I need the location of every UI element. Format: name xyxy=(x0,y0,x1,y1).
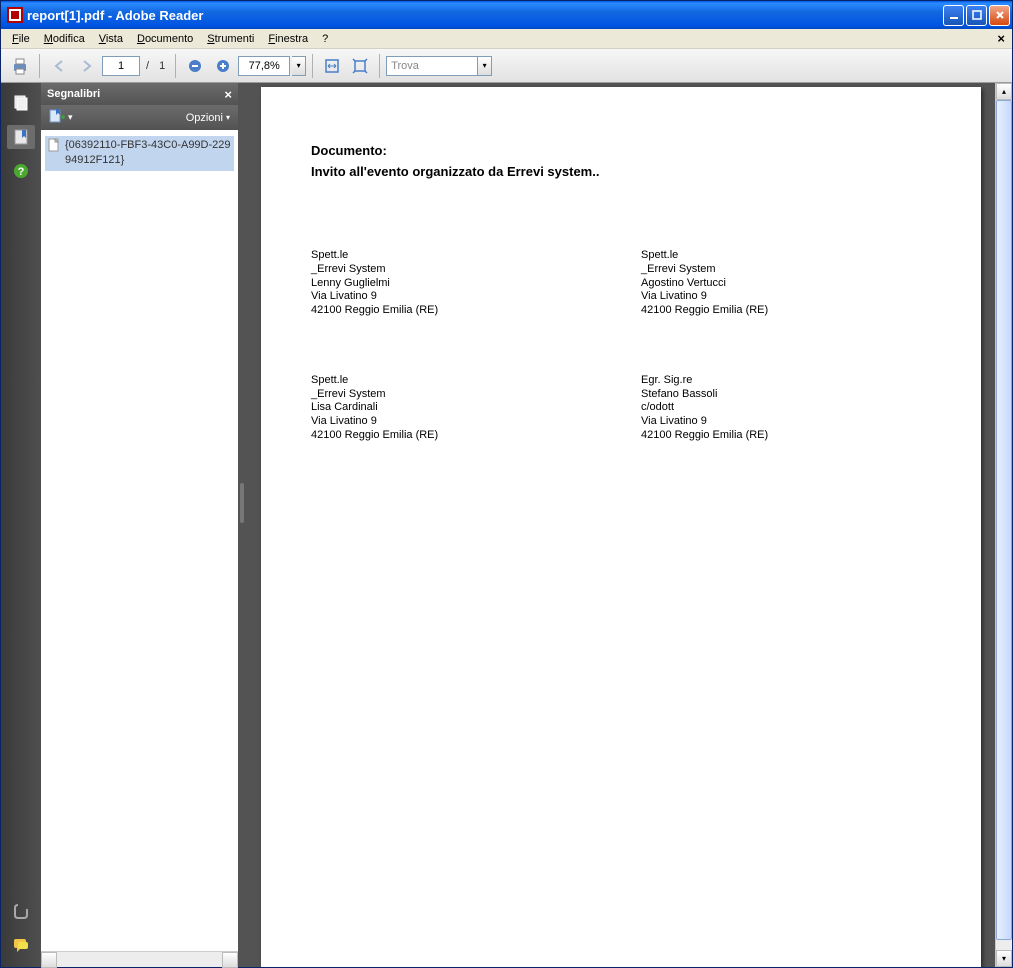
scroll-up-button[interactable]: ▴ xyxy=(996,83,1012,100)
toolbar: / 1 ▾ ▾ xyxy=(1,49,1012,83)
svg-text:?: ? xyxy=(18,166,25,178)
bookmark-dd-icon[interactable]: ▾ xyxy=(68,112,73,123)
help-tab[interactable]: ? xyxy=(7,159,35,183)
scroll-down-button[interactable]: ▾ xyxy=(996,950,1012,967)
bookmarks-title: Segnalibri xyxy=(47,88,100,100)
menu-strumenti[interactable]: Strumenti xyxy=(200,31,261,47)
bookmark-label: {06392110-FBF3-43C0-A99D-22994912F121} xyxy=(65,138,232,169)
bookmarks-options[interactable]: Opzioni ▾ xyxy=(186,112,230,124)
menu-vista[interactable]: Vista xyxy=(92,31,130,47)
bookmarks-close-icon[interactable]: × xyxy=(224,87,232,102)
pdf-page: Documento: Invito all'evento organizzato… xyxy=(261,87,981,967)
app-window: report[1].pdf - Adobe Reader File Modifi… xyxy=(0,0,1013,968)
window-title: report[1].pdf - Adobe Reader xyxy=(27,8,943,23)
bookmarks-tab[interactable] xyxy=(7,125,35,149)
close-button[interactable] xyxy=(989,5,1010,26)
menu-file[interactable]: File xyxy=(5,31,37,47)
bookmark-item[interactable]: {06392110-FBF3-43C0-A99D-22994912F121} xyxy=(45,136,234,171)
menu-documento[interactable]: Documento xyxy=(130,31,200,47)
scroll-thumb[interactable] xyxy=(996,100,1012,940)
zoom-input[interactable] xyxy=(238,56,290,76)
next-page-button xyxy=(74,53,100,79)
panel-resize-handle[interactable] xyxy=(240,483,244,523)
vertical-scrollbar[interactable]: ▴ ▾ xyxy=(995,83,1012,967)
fit-page-button[interactable] xyxy=(347,53,373,79)
bookmarks-panel: Segnalibri × ▾ Opzioni ▾ {06392110-FBF3-… xyxy=(41,83,241,967)
bookmarks-tree[interactable]: {06392110-FBF3-43C0-A99D-22994912F121} xyxy=(41,130,238,951)
titlebar[interactable]: report[1].pdf - Adobe Reader xyxy=(1,1,1012,29)
page-total: 1 xyxy=(159,60,165,72)
address-grid: Spett.le _Errevi System Lenny Guglielmi … xyxy=(311,249,931,443)
zoom-in-button[interactable] xyxy=(210,53,236,79)
nav-pane-tabs: ? xyxy=(1,83,41,967)
bookmarks-toolbar: ▾ Opzioni ▾ xyxy=(41,105,238,130)
page-number-input[interactable] xyxy=(102,56,140,76)
address-block: Spett.le _Errevi System Lenny Guglielmi … xyxy=(311,249,601,318)
page-separator: / xyxy=(146,60,149,72)
address-block: Egr. Sig.re Stefano Bassoli c/odott Via … xyxy=(641,374,931,443)
zoom-dropdown[interactable]: ▾ xyxy=(292,56,306,76)
document-viewport[interactable]: Documento: Invito all'evento organizzato… xyxy=(241,83,995,967)
new-bookmark-icon[interactable] xyxy=(49,108,67,127)
fit-width-button[interactable] xyxy=(319,53,345,79)
pages-tab[interactable] xyxy=(7,91,35,115)
maximize-button[interactable] xyxy=(966,5,987,26)
scroll-track[interactable] xyxy=(996,100,1012,950)
prev-page-button xyxy=(46,53,72,79)
zoom-out-button[interactable] xyxy=(182,53,208,79)
app-icon xyxy=(7,7,23,23)
menu-modifica[interactable]: Modifica xyxy=(37,31,92,47)
comments-tab[interactable] xyxy=(7,933,35,957)
doc-heading-text: Invito all'evento organizzato da Errevi … xyxy=(311,164,931,179)
bookmarks-hscroll[interactable] xyxy=(41,951,238,967)
content-area: ? Segnalibri × ▾ Opzioni ▾ xyxy=(1,83,1012,967)
find-input[interactable] xyxy=(386,56,478,76)
bookmarks-header: Segnalibri × xyxy=(41,83,238,105)
address-block: Spett.le _Errevi System Agostino Vertucc… xyxy=(641,249,931,318)
document-area: Documento: Invito all'evento organizzato… xyxy=(241,83,1012,967)
menubar-close-icon[interactable]: × xyxy=(994,31,1008,46)
attachments-tab[interactable] xyxy=(7,899,35,923)
print-button[interactable] xyxy=(7,53,33,79)
menu-finestra[interactable]: Finestra xyxy=(261,31,315,47)
minimize-button[interactable] xyxy=(943,5,964,26)
find-dropdown[interactable]: ▾ xyxy=(478,56,492,76)
menubar: File Modifica Vista Documento Strumenti … xyxy=(1,29,1012,49)
address-block: Spett.le _Errevi System Lisa Cardinali V… xyxy=(311,374,601,443)
bookmark-page-icon xyxy=(47,138,61,155)
menu-help[interactable]: ? xyxy=(315,31,335,47)
doc-heading-label: Documento: xyxy=(311,143,931,158)
